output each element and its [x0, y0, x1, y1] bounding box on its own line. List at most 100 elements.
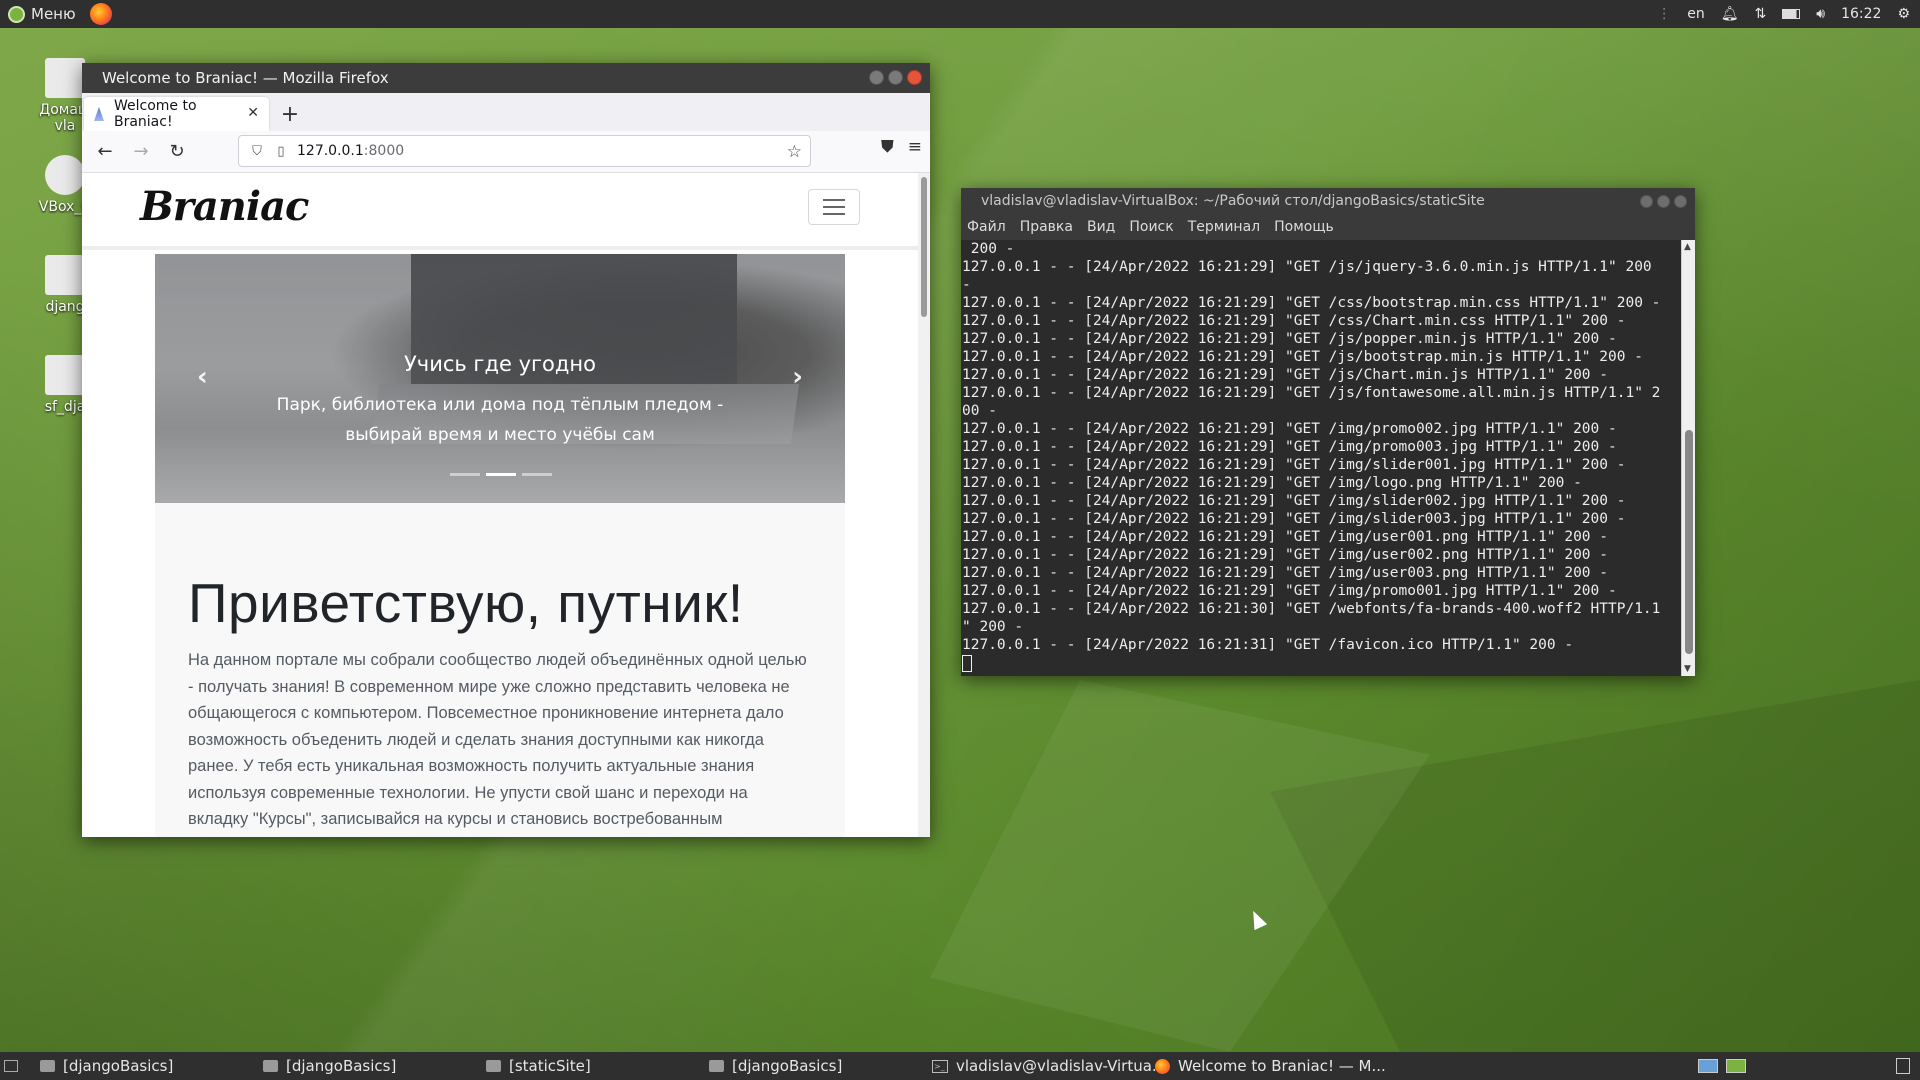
- tab-braniac[interactable]: Welcome to Braniac! ✕: [84, 97, 269, 131]
- terminal-line: 127.0.0.1 - - [24/Apr/2022 16:21:29] "GE…: [962, 295, 1661, 311]
- carousel-caption-title: Учись где угодно: [403, 352, 596, 376]
- keyboard-layout[interactable]: en: [1687, 6, 1705, 22]
- taskbar-item[interactable]: Welcome to Braniac! — M...: [1155, 1052, 1386, 1080]
- scroll-up-icon[interactable]: ▲: [1684, 242, 1691, 252]
- taskbar-item[interactable]: >_ vladislav@vladislav-Virtua...: [932, 1052, 1166, 1080]
- volume-icon[interactable]: 🔊︎: [1816, 6, 1825, 22]
- tab-title: Welcome to Braniac!: [113, 98, 197, 130]
- firefox-launcher-icon[interactable]: [89, 3, 112, 25]
- terminal-line: 127.0.0.1 - - [24/Apr/2022 16:21:30] "GE…: [962, 601, 1661, 617]
- firefox-titlebar[interactable]: Welcome to Braniac! — Mozilla Firefox: [82, 63, 930, 93]
- minimize-button[interactable]: [1640, 195, 1653, 208]
- terminal-title: vladislav@vladislav-VirtualBox: ~/Рабочи…: [981, 193, 1485, 209]
- new-tab-button[interactable]: +: [273, 97, 307, 131]
- network-icon[interactable]: ⇅: [1755, 6, 1767, 22]
- firefox-window[interactable]: Welcome to Braniac! — Mozilla Firefox We…: [82, 63, 930, 837]
- taskbar-item-label: [staticSite]: [509, 1057, 591, 1075]
- folder-icon: [486, 1060, 501, 1072]
- terminal-line: 127.0.0.1 - - [24/Apr/2022 16:21:29] "GE…: [962, 367, 1609, 383]
- page-content: Braniac ‹ › Учись где угодно Парк, библи…: [82, 173, 930, 837]
- url-bar[interactable]: ⛉ ▯ 127.0.0.1:8000 ☆: [238, 135, 811, 167]
- folder-icon: [45, 58, 85, 98]
- menu-file[interactable]: Файл: [967, 219, 1006, 235]
- top-panel: Меню ⋮ en 🔔︎ ⇅ 🔊︎ 16:22 ⚙: [0, 0, 1920, 28]
- terminal-line: 127.0.0.1 - - [24/Apr/2022 16:21:29] "GE…: [962, 349, 1643, 365]
- carousel-indicator[interactable]: [450, 473, 480, 476]
- toolbar-right: ⛊ ≡: [881, 137, 922, 157]
- terminal-line: 127.0.0.1 - - [24/Apr/2022 16:21:29] "GE…: [962, 493, 1626, 509]
- taskbar-item[interactable]: [djangoBasics]: [709, 1052, 842, 1080]
- intro-paragraph: На данном портале мы собрали сообщество …: [188, 651, 807, 837]
- terminal-line: 127.0.0.1 - - [24/Apr/2022 16:21:29] "GE…: [962, 385, 1661, 401]
- mouse-pointer-icon: [1246, 907, 1268, 931]
- firefox-icon: [1155, 1058, 1170, 1074]
- notifications-icon[interactable]: 🔔︎: [1721, 6, 1739, 22]
- page-scrollbar[interactable]: [918, 173, 930, 837]
- maximize-button[interactable]: [888, 70, 903, 85]
- menu-view[interactable]: Вид: [1087, 219, 1115, 235]
- scrollbar-thumb[interactable]: [921, 177, 927, 317]
- terminal-line: 127.0.0.1 - - [24/Apr/2022 16:21:29] "GE…: [962, 529, 1609, 545]
- terminal-menubar: Файл Правка Вид Поиск Терминал Помощь: [961, 214, 1695, 240]
- page-heading: Приветствую, путник!: [188, 572, 744, 634]
- terminal-window[interactable]: vladislav@vladislav-VirtualBox: ~/Рабочи…: [961, 188, 1695, 676]
- forward-button[interactable]: →: [126, 137, 156, 167]
- menu-search[interactable]: Поиск: [1129, 219, 1173, 235]
- tray-separator: ⋮: [1657, 6, 1672, 22]
- carousel-indicator-active[interactable]: [486, 473, 516, 476]
- terminal-output[interactable]: 200 - 127.0.0.1 - - [24/Apr/2022 16:21:29…: [961, 240, 1681, 676]
- bookmark-star-icon[interactable]: ☆: [787, 142, 802, 162]
- navbar-toggler-button[interactable]: [808, 189, 860, 225]
- workspace-switcher[interactable]: [1698, 1052, 1746, 1080]
- shield-icon[interactable]: ⛉: [249, 143, 265, 159]
- minimize-button[interactable]: [869, 70, 884, 85]
- menu-help[interactable]: Помощь: [1274, 219, 1334, 235]
- folder-icon: [45, 255, 85, 295]
- taskbar-item-label: [djangoBasics]: [732, 1057, 843, 1075]
- maximize-button[interactable]: [1657, 195, 1670, 208]
- taskbar-item[interactable]: [djangoBasics]: [263, 1052, 396, 1080]
- scroll-down-icon[interactable]: ▼: [1684, 664, 1691, 674]
- battery-icon[interactable]: [1782, 9, 1801, 19]
- taskbar-item-label: [djangoBasics]: [63, 1057, 174, 1075]
- bottom-panel: [djangoBasics] [djangoBasics] [staticSit…: [0, 1052, 1920, 1080]
- terminal-line: 127.0.0.1 - - [24/Apr/2022 16:21:29] "GE…: [962, 565, 1609, 581]
- carousel-indicator[interactable]: [522, 473, 552, 476]
- terminal-titlebar[interactable]: vladislav@vladislav-VirtualBox: ~/Рабочи…: [961, 188, 1695, 214]
- wallpaper-facet: [1270, 680, 1920, 1052]
- site-logo[interactable]: Braniac: [140, 183, 309, 230]
- reload-button[interactable]: ↻: [162, 137, 192, 167]
- terminal-line: " 200 -: [962, 619, 1024, 635]
- close-tab-icon[interactable]: ✕: [247, 105, 259, 121]
- scrollbar-thumb[interactable]: [1685, 430, 1693, 654]
- terminal-icon: >_: [932, 1059, 948, 1073]
- window-controls: [1640, 195, 1687, 208]
- window-controls: [869, 70, 922, 85]
- trash-icon[interactable]: [1896, 1052, 1910, 1080]
- clock[interactable]: 16:22: [1841, 6, 1881, 22]
- terminal-line: 127.0.0.1 - - [24/Apr/2022 16:21:29] "GE…: [962, 511, 1626, 527]
- pocket-icon[interactable]: ⛊: [881, 137, 894, 157]
- hamburger-menu-icon[interactable]: ≡: [908, 137, 922, 157]
- terminal-line: 127.0.0.1 - - [24/Apr/2022 16:21:29] "GE…: [962, 457, 1626, 473]
- jumbotron: Приветствую, путник! На данном портале м…: [155, 503, 845, 837]
- carousel-indicators: [450, 473, 552, 476]
- site-navbar: Braniac: [82, 173, 930, 250]
- show-desktop-button[interactable]: [4, 1052, 18, 1080]
- folder-icon: [709, 1060, 724, 1072]
- menu-terminal[interactable]: Терминал: [1188, 219, 1260, 235]
- close-button[interactable]: [1674, 195, 1687, 208]
- main-menu-button[interactable]: Меню: [0, 0, 76, 28]
- taskbar-item-label: Welcome to Braniac! — M...: [1178, 1057, 1386, 1075]
- taskbar-item[interactable]: [staticSite]: [486, 1052, 591, 1080]
- terminal-line: 127.0.0.1 - - [24/Apr/2022 16:21:29] "GE…: [962, 421, 1617, 437]
- settings-gear-icon[interactable]: ⚙: [1897, 6, 1910, 22]
- system-tray: ⋮ en 🔔︎ ⇅ 🔊︎ 16:22 ⚙: [1657, 0, 1920, 28]
- terminal-line: 127.0.0.1 - - [24/Apr/2022 16:21:29] "GE…: [962, 313, 1626, 329]
- taskbar-item[interactable]: [djangoBasics]: [40, 1052, 173, 1080]
- terminal-cursor: [962, 654, 1681, 672]
- terminal-scrollbar[interactable]: ▲ ▼: [1681, 240, 1695, 676]
- menu-edit[interactable]: Правка: [1020, 219, 1073, 235]
- close-button[interactable]: [907, 70, 922, 85]
- back-button[interactable]: ←: [90, 137, 120, 167]
